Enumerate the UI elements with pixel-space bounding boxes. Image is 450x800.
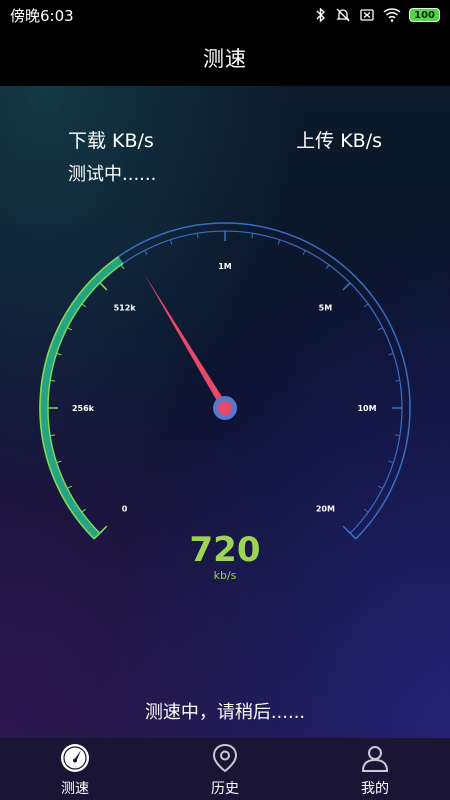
status-bar: 傍晚6:03 100	[0, 0, 450, 30]
tab-history[interactable]: 历史	[150, 738, 300, 800]
app-root: 傍晚6:03 100 测速 下载 KB/s 上传 KB/s 测试中...... …	[0, 0, 450, 800]
gauge-tick	[120, 264, 125, 270]
gauge-tick	[394, 379, 400, 382]
gauge-tick	[378, 327, 383, 331]
battery-icon: 100	[409, 8, 440, 22]
tab-label: 历史	[211, 781, 239, 797]
speedometer-icon	[61, 744, 89, 772]
tab-profile[interactable]: 我的	[300, 738, 450, 800]
page-title: 测速	[203, 47, 247, 71]
bluetooth-icon	[316, 7, 326, 23]
gauge-tick	[378, 485, 383, 489]
tab-speed-test[interactable]: 测速	[0, 738, 150, 800]
gauge-tick	[388, 352, 394, 356]
gauge-tick	[302, 250, 306, 255]
gauge-scale-label: 5M	[319, 304, 333, 313]
speed-test-panel: 下载 KB/s 上传 KB/s 测试中...... 0 256k 512k 1M 5M 1…	[0, 86, 450, 738]
gauge-tick	[50, 434, 56, 437]
speed-gauge: 0 256k 512k 1M 5M 10M 20M	[39, 222, 411, 540]
gauge-scale-labels: 0 256k 512k 1M 5M 10M 20M	[72, 262, 377, 513]
gauge-tick	[99, 282, 108, 291]
gauge-tick	[81, 508, 87, 513]
gauge-tick	[342, 282, 351, 291]
gauge-scale-label: 10M	[357, 404, 376, 413]
gauge-scale-label: 20M	[316, 504, 335, 513]
location-pin-icon	[212, 743, 238, 773]
sim-off-icon	[360, 9, 374, 21]
gauge-tick	[56, 352, 62, 356]
gauge-tick	[394, 434, 400, 437]
gauge-tick	[196, 233, 199, 239]
tab-label: 测速	[61, 781, 89, 797]
gauge-progress	[39, 256, 124, 539]
needle-hub-inner	[218, 401, 232, 415]
header: 测速	[0, 30, 450, 86]
gauge-progress-inner	[47, 262, 124, 534]
status-time: 傍晚6:03	[10, 6, 74, 25]
speed-value: 720	[189, 530, 261, 570]
gauge-tick	[277, 239, 281, 245]
gauge-tick	[363, 508, 369, 513]
tab-bar: 测速 历史 我的	[0, 738, 450, 800]
speed-unit: kb/s	[213, 569, 237, 582]
gauge-scale-label: 512k	[114, 304, 137, 313]
gauge-scale-label: 1M	[218, 262, 232, 271]
gauge-scale-label: 0	[122, 504, 128, 513]
gauge-tick	[325, 264, 330, 270]
gauge-tick	[363, 303, 369, 308]
mute-icon	[336, 8, 350, 22]
gauge-tick	[56, 460, 62, 464]
speed-readout: 720 kb/s	[0, 531, 450, 582]
tab-label: 我的	[361, 781, 389, 797]
status-icons: 100	[315, 7, 440, 23]
user-icon	[361, 746, 389, 772]
gauge-tick	[67, 327, 72, 331]
gauge-tick	[144, 250, 148, 255]
gauge-needle	[144, 273, 237, 420]
gauge-tick	[169, 239, 173, 245]
gauge-tick	[388, 460, 394, 464]
gauge-tick	[81, 303, 87, 308]
gauge-tick	[251, 233, 254, 239]
wifi-icon	[383, 8, 401, 22]
gauge-tick	[67, 485, 72, 489]
gauge-scale-label: 256k	[72, 404, 95, 413]
needle-pointer	[144, 273, 228, 410]
footer-status: 测速中，请稍后......	[144, 702, 306, 723]
gauge-tick	[50, 379, 56, 382]
